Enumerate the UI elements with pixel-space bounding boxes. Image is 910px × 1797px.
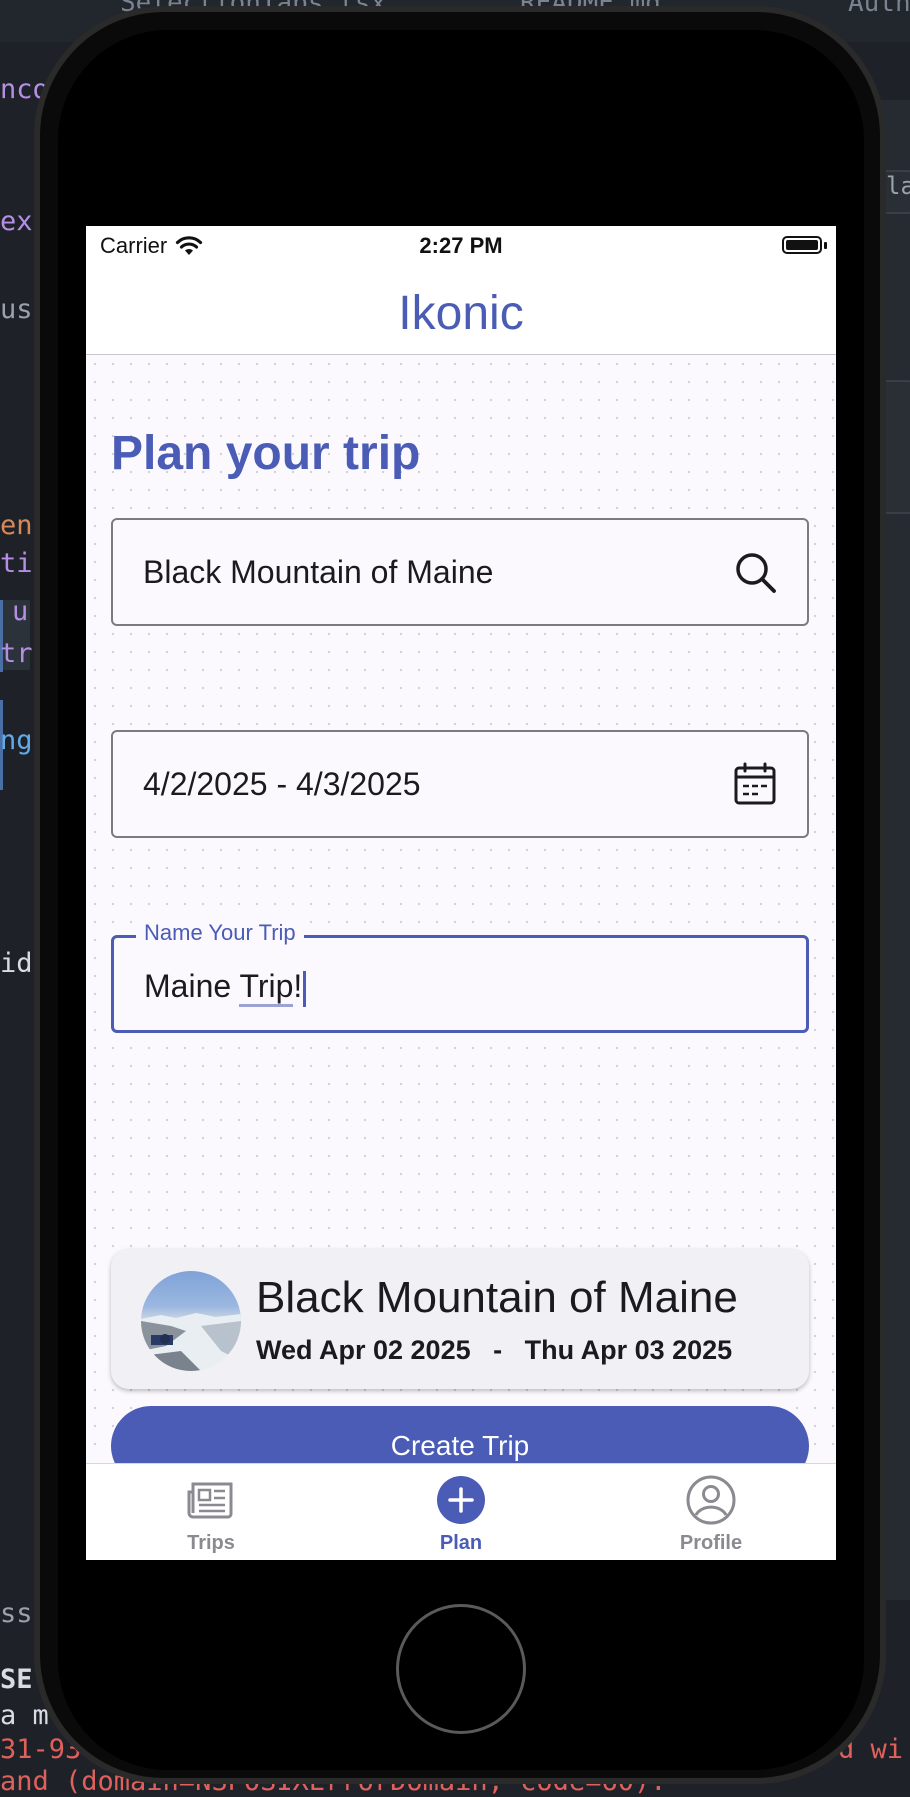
- location-search-field[interactable]: Black Mountain of Maine: [111, 518, 809, 626]
- date-range-value: 4/2/2025 - 4/3/2025: [143, 766, 421, 802]
- date-range-field[interactable]: 4/2/2025 - 4/3/2025: [111, 730, 809, 838]
- status-bar: Carrier 2:27 PM: [86, 226, 836, 266]
- plan-content: Plan your trip Black Mountain of Maine 4…: [86, 355, 836, 1532]
- user-circle-icon: [686, 1475, 736, 1525]
- trip-preview-card[interactable]: Black Mountain of Maine Wed Apr 02 2025 …: [111, 1249, 809, 1389]
- plus-circle-icon: [437, 1476, 485, 1524]
- calendar-icon[interactable]: [733, 762, 777, 806]
- code-fragment: en: [0, 510, 33, 541]
- trip-name-input[interactable]: Maine Trip!: [144, 968, 307, 1007]
- card-title: Black Mountain of Maine: [256, 1273, 738, 1322]
- status-time: 2:27 PM: [419, 233, 503, 258]
- code-fragment: SE: [0, 1664, 33, 1695]
- code-fragment: ng: [0, 725, 33, 756]
- code-fragment: ss: [0, 1598, 33, 1629]
- app-screen: Carrier 2:27 PM Ikonic Plan your trip Bl…: [86, 226, 836, 1560]
- code-fragment: a m: [0, 1700, 49, 1731]
- bottom-navigation: Trips Plan Profile: [86, 1463, 836, 1560]
- nav-label: Profile: [679, 1532, 743, 1554]
- nav-label: Plan: [439, 1532, 483, 1554]
- card-dates: Wed Apr 02 2025 - Thu Apr 03 2025: [256, 1335, 733, 1365]
- editor-tab[interactable]: Auth: [848, 0, 910, 18]
- newspaper-icon: [187, 1482, 233, 1519]
- home-button[interactable]: [396, 1604, 526, 1734]
- nav-item-plan[interactable]: Plan: [381, 1474, 541, 1555]
- battery-cap: [824, 242, 827, 249]
- nav-item-trips[interactable]: Trips: [131, 1474, 291, 1555]
- code-fragment: tr: [0, 638, 33, 669]
- code-fragment: ti: [0, 548, 33, 579]
- battery-icon: [782, 236, 822, 254]
- search-icon[interactable]: [733, 550, 777, 594]
- app-header: Ikonic: [86, 266, 836, 355]
- trip-name-field[interactable]: Name Your Trip Maine Trip!: [111, 920, 809, 1033]
- trip-name-label: Name Your Trip: [136, 920, 304, 946]
- code-fragment: la: [886, 172, 910, 200]
- destination-photo: [141, 1271, 241, 1371]
- page-title: Plan your trip: [111, 427, 421, 480]
- location-value: Black Mountain of Maine: [143, 554, 494, 590]
- nav-item-profile[interactable]: Profile: [631, 1474, 791, 1555]
- nav-label: Trips: [187, 1532, 235, 1554]
- app-title: Ikonic: [398, 287, 524, 340]
- text-cursor: [303, 970, 307, 1007]
- code-fragment: u: [12, 596, 29, 627]
